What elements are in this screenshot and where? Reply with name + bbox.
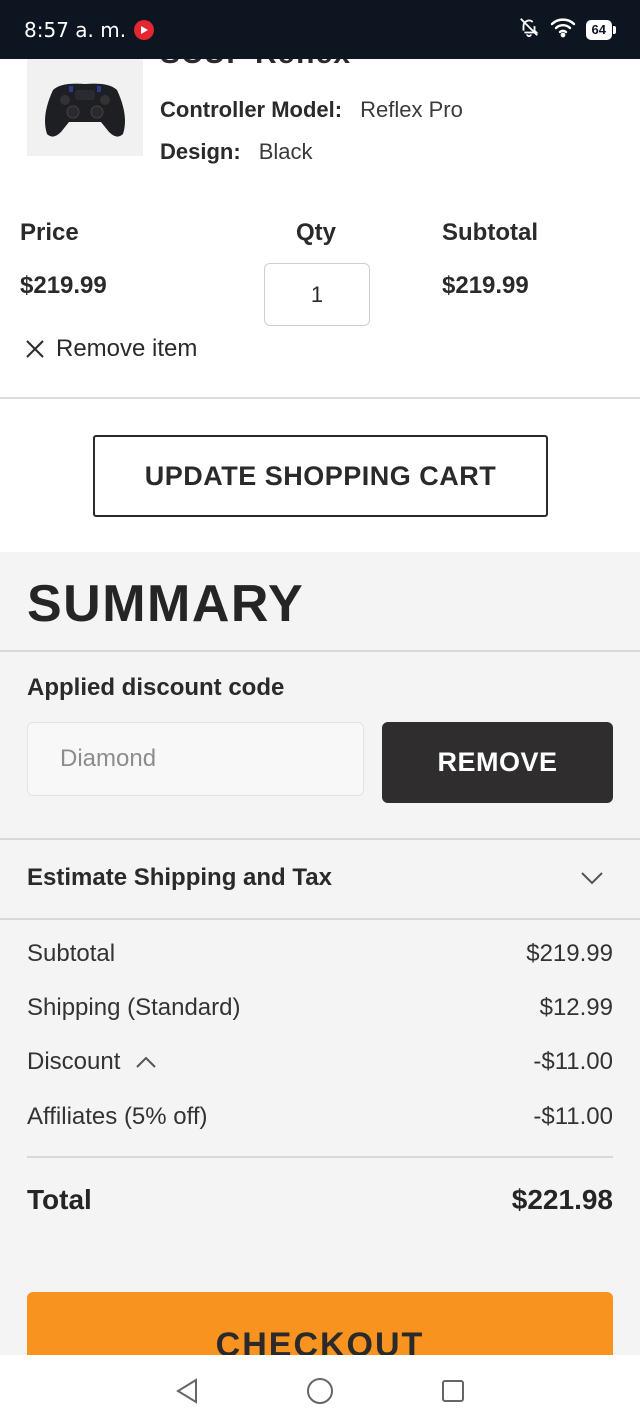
line-value: $219.99: [526, 940, 613, 967]
home-circle-icon: [306, 1377, 333, 1404]
product-attribute-model: Controller Model: Reflex Pro: [160, 97, 463, 123]
divider: [0, 838, 640, 840]
price-header: Price: [20, 219, 79, 246]
remove-discount-button[interactable]: REMOVE: [382, 722, 613, 803]
discount-toggle[interactable]: Discount: [27, 1048, 158, 1076]
summary-title: SUMMARY: [27, 575, 305, 633]
product-image[interactable]: [27, 59, 143, 156]
line-value: -$11.00: [533, 1048, 613, 1075]
quantity-input[interactable]: 1: [264, 263, 370, 326]
back-button[interactable]: [167, 1371, 207, 1411]
summary-line-affiliates: Affiliates (5% off) -$11.00: [27, 1103, 613, 1131]
system-nav-bar: [0, 1355, 640, 1426]
battery-level: 64: [585, 19, 612, 40]
chevron-up-icon: [136, 1056, 157, 1068]
attribute-value: Black: [258, 139, 313, 164]
line-label: Discount: [27, 1048, 121, 1075]
discount-label: Applied discount code: [27, 674, 285, 701]
product-attribute-design: Design: Black: [160, 139, 312, 165]
remove-item-label: Remove item: [56, 335, 198, 362]
divider: [27, 1156, 613, 1158]
item-price: $219.99: [20, 272, 107, 299]
total-label: Total: [27, 1184, 92, 1215]
product-name[interactable]: SCUF Reflex: [160, 59, 351, 71]
cart-item: SCUF Reflex Controller Model: Reflex Pro…: [0, 59, 640, 399]
divider: [0, 918, 640, 920]
line-label: Affiliates (5% off): [27, 1103, 208, 1130]
back-triangle-icon: [175, 1377, 197, 1404]
qty-header: Qty: [296, 219, 337, 246]
close-icon: [26, 340, 44, 358]
line-value: -$11.00: [533, 1103, 613, 1130]
summary-line-shipping: Shipping (Standard) $12.99: [27, 994, 613, 1022]
youtube-music-icon: [134, 19, 155, 40]
line-label: Subtotal: [27, 940, 116, 967]
controller-icon: [45, 83, 125, 137]
order-total: Total $221.98: [27, 1184, 613, 1216]
summary-line-discount: Discount -$11.00: [27, 1048, 613, 1076]
divider: [0, 650, 640, 652]
attribute-key: Controller Model:: [160, 97, 343, 122]
attribute-value: Reflex Pro: [360, 97, 463, 122]
item-subtotal: $219.99: [442, 272, 529, 299]
update-shopping-cart-button[interactable]: UPDATE SHOPPING CART: [93, 435, 548, 517]
update-cart-section: UPDATE SHOPPING CART: [0, 399, 640, 552]
estimate-shipping-label: Estimate Shipping and Tax: [27, 864, 332, 891]
remove-item-link[interactable]: Remove item: [24, 335, 197, 363]
recents-square-icon: [442, 1379, 465, 1402]
status-time: 8:57 a. m.: [24, 17, 127, 42]
attribute-key: Design:: [160, 139, 241, 164]
discount-code-field[interactable]: Diamond: [27, 722, 364, 796]
order-summary: SUMMARY Applied discount code Diamond RE…: [0, 552, 640, 1382]
line-value: $12.99: [539, 994, 613, 1021]
estimate-shipping-toggle[interactable]: Estimate Shipping and Tax: [27, 864, 613, 892]
battery-icon: 64: [585, 19, 616, 40]
wifi-icon: [550, 16, 576, 43]
home-button[interactable]: [300, 1371, 340, 1411]
recents-button[interactable]: [433, 1371, 473, 1411]
status-bar: 8:57 a. m. 64: [0, 0, 640, 59]
chevron-down-icon: [581, 872, 603, 885]
total-value: $221.98: [511, 1184, 613, 1215]
subtotal-header: Subtotal: [442, 219, 538, 246]
bell-off-icon: [518, 16, 540, 43]
line-label: Shipping (Standard): [27, 994, 241, 1021]
summary-line-subtotal: Subtotal $219.99: [27, 940, 613, 968]
